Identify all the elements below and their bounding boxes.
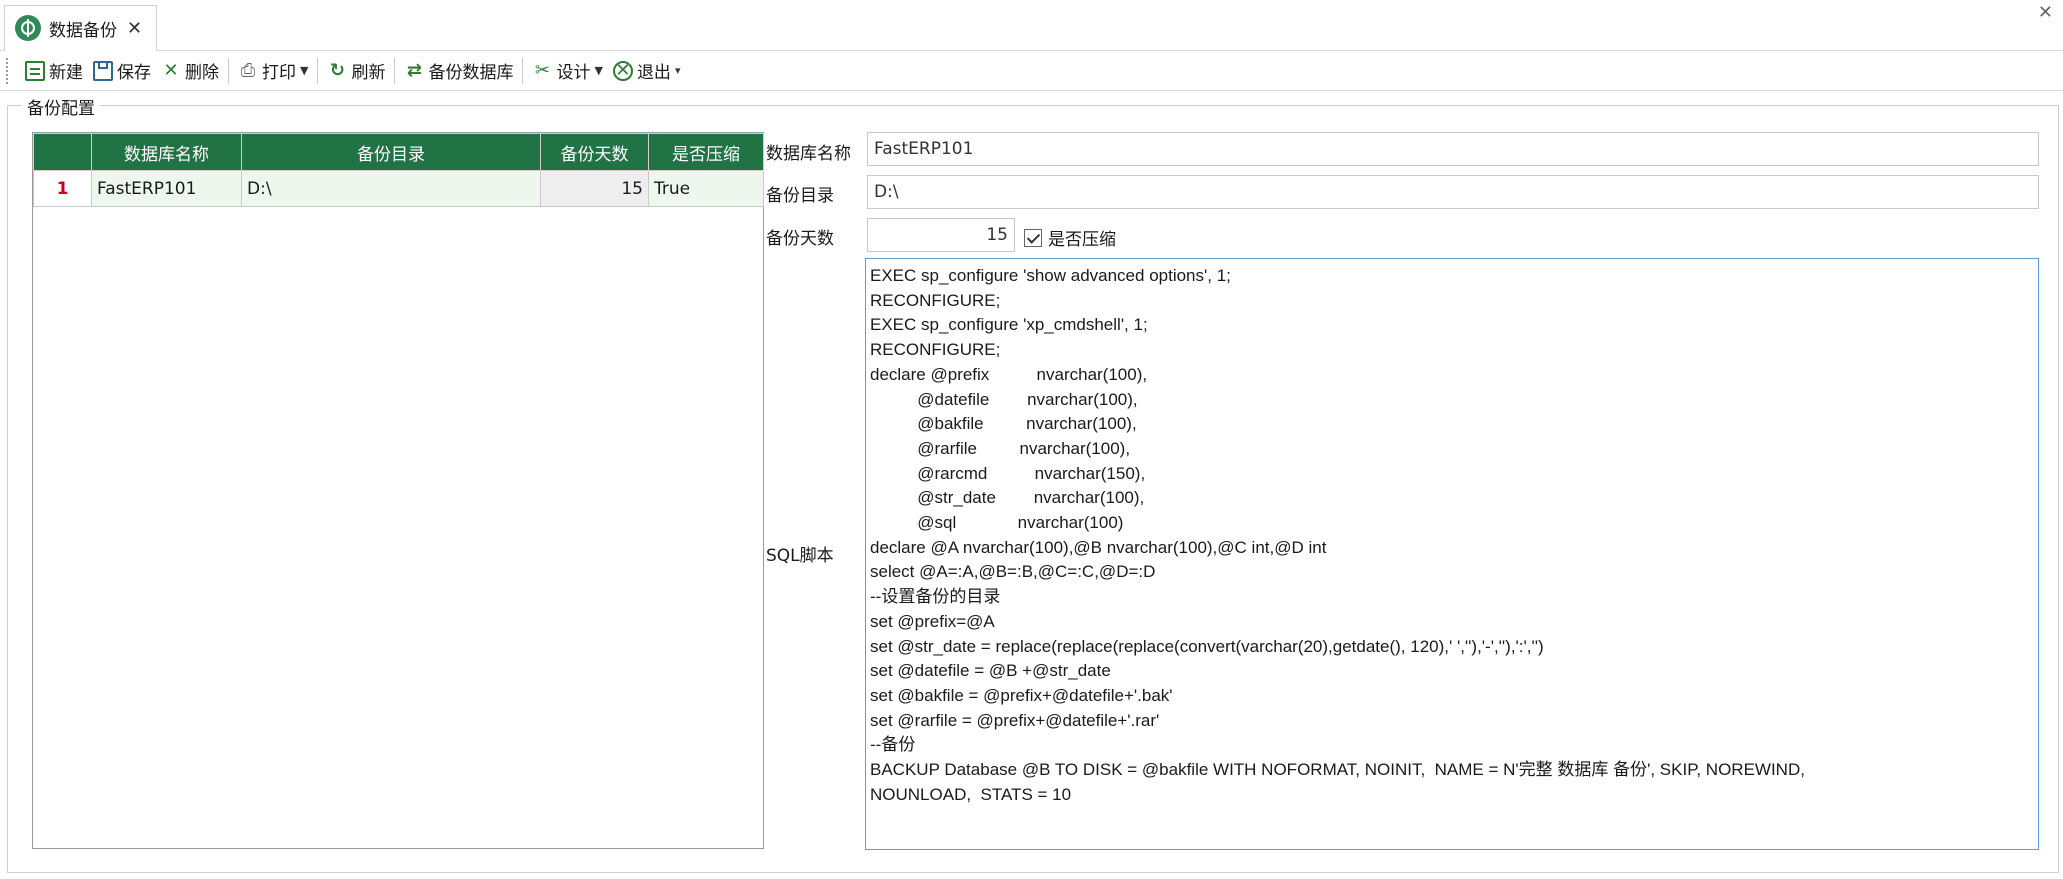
- tools-icon: ✂: [534, 59, 551, 81]
- toolbar-separator: [228, 57, 229, 84]
- toolbar: 新建 保存 ✕ 删除 ⎙ 打印 ▼ ↻ 刷新 ⇄ 备份数据库 ✂ 设计 ▼ ✕ …: [0, 51, 2063, 91]
- backup-table: 数据库名称 备份目录 备份天数 是否压缩 1 FastERP101 D:\ 15…: [33, 133, 764, 207]
- cell-db-name[interactable]: FastERP101: [91, 170, 242, 207]
- column-header[interactable]: 是否压缩: [648, 133, 764, 171]
- tab-close-icon[interactable]: ✕: [127, 18, 142, 39]
- backup-dir-field[interactable]: D:\: [867, 175, 2039, 209]
- overflow-chevron-icon[interactable]: ▾: [675, 64, 681, 77]
- new-document-icon: [25, 60, 45, 81]
- delete-button[interactable]: ✕ 删除: [156, 55, 224, 87]
- exit-circle-x-icon: ✕: [612, 60, 633, 81]
- chevron-down-icon[interactable]: ▼: [594, 64, 602, 77]
- globe-icon: [15, 15, 41, 41]
- column-header[interactable]: 备份目录: [241, 133, 541, 171]
- group-title: 备份配置: [22, 94, 100, 119]
- backup-database-button[interactable]: ⇄ 备份数据库: [399, 55, 518, 87]
- delete-x-icon: ✕: [163, 59, 179, 81]
- refresh-button-label: 刷新: [351, 63, 386, 83]
- sql-script-editor[interactable]: EXEC sp_configure 'show advanced options…: [865, 258, 2039, 850]
- save-button-label: 保存: [117, 63, 151, 83]
- toolbar-grip[interactable]: [6, 57, 12, 84]
- toolbar-separator: [317, 57, 319, 84]
- table-row[interactable]: 1 FastERP101 D:\ 15 True: [33, 170, 764, 207]
- exit-button-label: 退出: [636, 63, 671, 83]
- backup-grid[interactable]: 数据库名称 备份目录 备份天数 是否压缩 1 FastERP101 D:\ 15…: [32, 132, 764, 849]
- refresh-button[interactable]: ↻ 刷新: [322, 55, 390, 87]
- exit-button[interactable]: ✕ 退出 ▾: [608, 55, 686, 87]
- tab-strip: 数据备份 ✕ ✕: [0, 0, 2063, 51]
- delete-button-label: 删除: [185, 63, 219, 83]
- print-button-label: 打印: [262, 63, 296, 83]
- toolbar-separator: [394, 57, 396, 84]
- tab-label: 数据备份: [49, 20, 117, 41]
- refresh-icon: ↻: [329, 59, 346, 81]
- chevron-down-icon[interactable]: ▼: [300, 64, 308, 77]
- column-header[interactable]: 数据库名称: [91, 133, 242, 171]
- cell-backup-days[interactable]: 15: [540, 170, 649, 207]
- window-close-icon[interactable]: ✕: [2038, 2, 2053, 23]
- table-header-row: 数据库名称 备份目录 备份天数 是否压缩: [33, 133, 764, 171]
- column-header[interactable]: 备份天数: [540, 133, 649, 171]
- backup-days-label: 备份天数: [766, 229, 834, 249]
- compress-label: 是否压缩: [1048, 230, 1116, 250]
- sync-icon: ⇄: [406, 59, 423, 81]
- cell-backup-dir[interactable]: D:\: [241, 170, 541, 207]
- tab-data-backup[interactable]: 数据备份 ✕: [4, 5, 157, 51]
- save-button[interactable]: 保存: [88, 55, 156, 87]
- toolbar-separator: [522, 57, 524, 84]
- design-button[interactable]: ✂ 设计 ▼: [527, 55, 607, 87]
- cell-compress[interactable]: True: [648, 170, 764, 207]
- backup-dir-label: 备份目录: [766, 186, 834, 206]
- db-name-label: 数据库名称: [766, 144, 851, 164]
- print-button[interactable]: ⎙ 打印 ▼: [233, 55, 313, 87]
- checkbox-checked-icon[interactable]: [1024, 228, 1042, 247]
- row-number-header[interactable]: [33, 133, 92, 171]
- db-name-field[interactable]: FastERP101: [867, 132, 2039, 166]
- printer-icon: ⎙: [240, 59, 256, 81]
- row-number[interactable]: 1: [33, 170, 92, 207]
- design-button-label: 设计: [556, 63, 591, 83]
- compress-checkbox[interactable]: 是否压缩: [1024, 225, 1116, 250]
- backup-days-field[interactable]: 15: [867, 218, 1015, 252]
- new-button[interactable]: 新建: [20, 55, 88, 87]
- backup-database-label: 备份数据库: [428, 63, 514, 83]
- sql-script-label: SQL脚本: [766, 546, 834, 566]
- save-icon: [93, 60, 113, 81]
- new-button-label: 新建: [49, 63, 83, 83]
